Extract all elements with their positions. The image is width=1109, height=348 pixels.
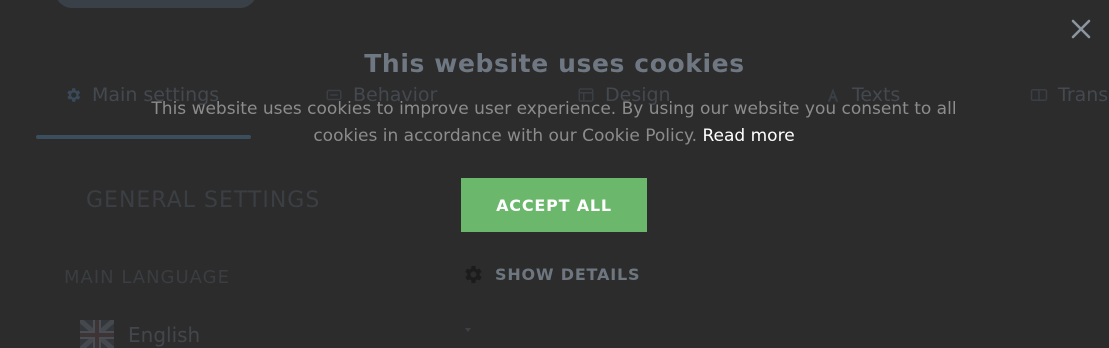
show-details-label: SHOW DETAILS <box>495 264 641 284</box>
accept-all-button[interactable]: ACCEPT ALL <box>461 178 647 232</box>
cookie-dialog-title: This website uses cookies <box>364 49 745 78</box>
gear-icon <box>465 265 482 283</box>
close-icon[interactable] <box>1068 16 1094 42</box>
cookie-message-text: This website uses cookies to improve use… <box>151 99 957 146</box>
show-details-button[interactable]: SHOW DETAILS <box>461 262 640 286</box>
page: Main settings Behavior Design Texts Tran… <box>0 0 1109 348</box>
read-more-link[interactable]: Read more <box>703 126 795 146</box>
cookie-dialog-message: This website uses cookies to improve use… <box>130 96 978 150</box>
